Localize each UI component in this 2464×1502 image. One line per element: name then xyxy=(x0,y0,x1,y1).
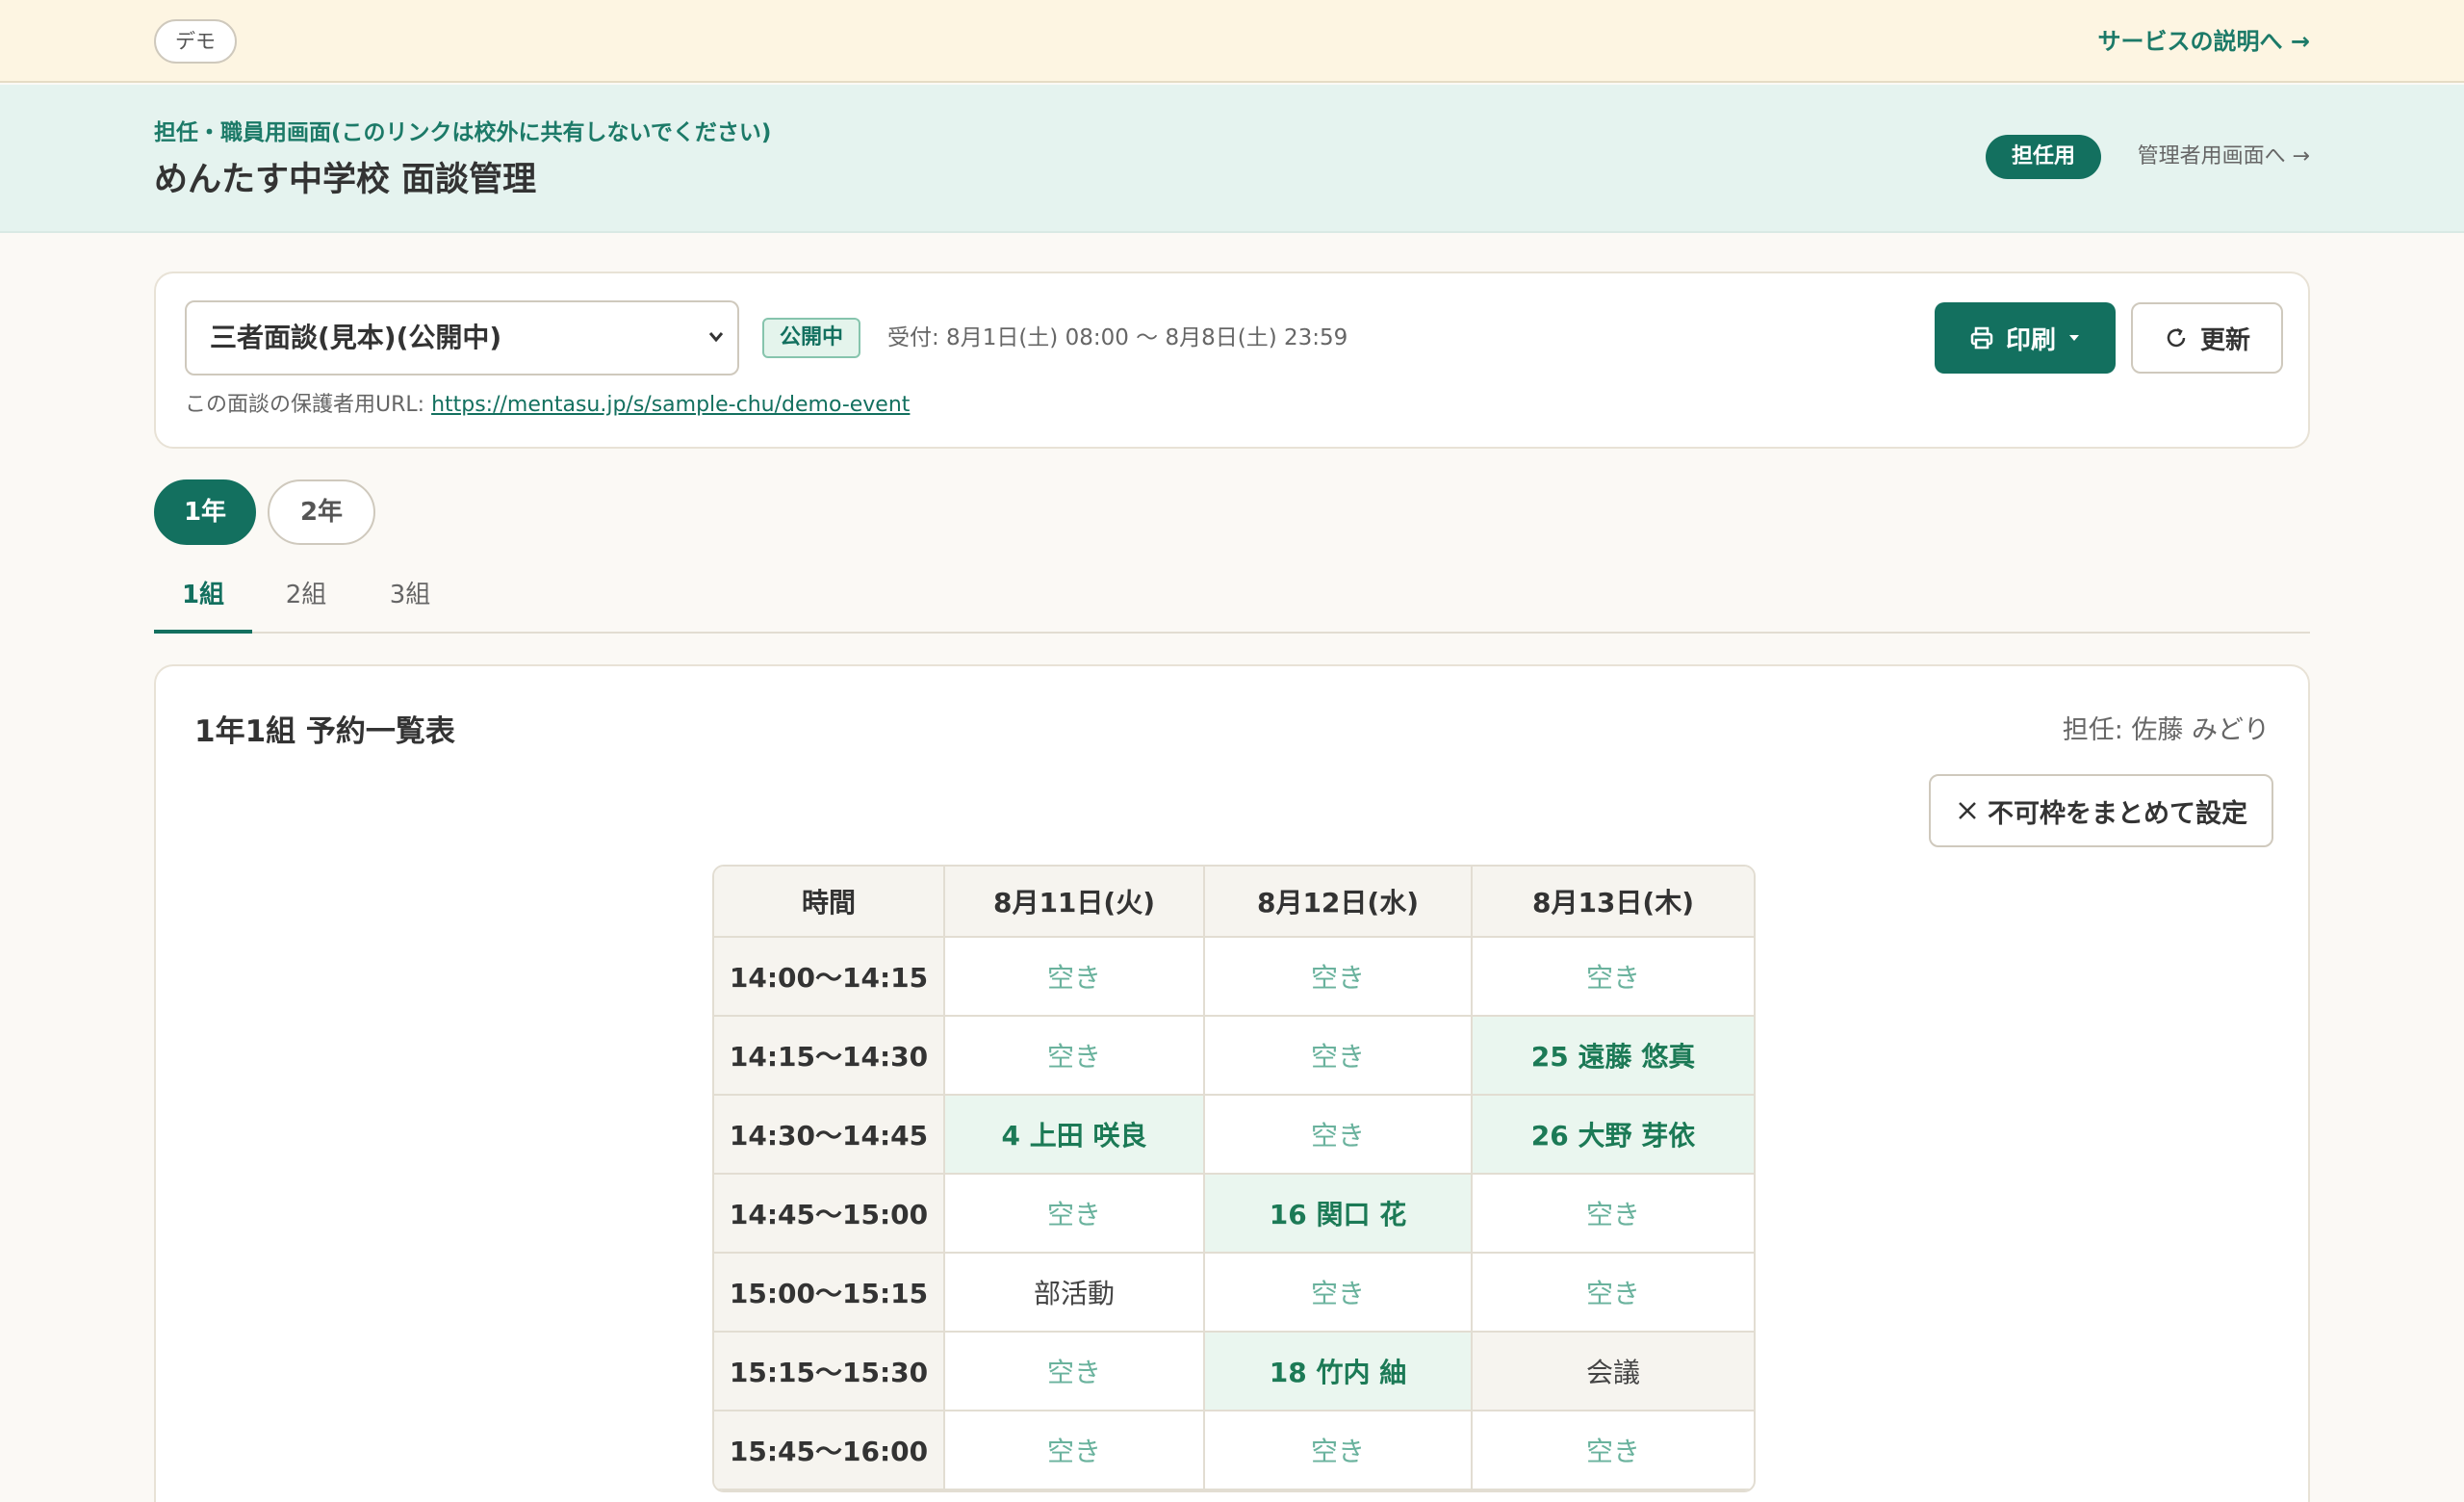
homeroom-teacher: 担任: 佐藤 みどり xyxy=(2062,715,2270,745)
class-tabs: 1組 2組 3組 xyxy=(154,568,2310,634)
slot-cell-booked[interactable]: 25 遠藤 悠真 xyxy=(1473,1017,1754,1096)
chevron-down-icon xyxy=(706,302,726,402)
refresh-button[interactable]: 更新 xyxy=(2131,302,2283,374)
table-row: 14:45〜15:00 空き 16 関口 花空き xyxy=(714,1175,1754,1254)
role-badge: 担任用 xyxy=(1986,135,2101,179)
slot-cell-booked[interactable]: 4 上田 咲良 xyxy=(945,1096,1205,1175)
slot-cell-empty[interactable]: 空き xyxy=(945,938,1205,1017)
table-row: 14:15〜14:30 空き 空き 25 遠藤 悠真 xyxy=(714,1017,1754,1096)
event-card: 三者面談(見本)(公開中) 公開中 受付: 8月1日(土) 08:00 〜 8月… xyxy=(154,272,2310,449)
demo-badge: デモ xyxy=(154,19,237,64)
parent-url-label: この面談の保護者用URL: xyxy=(185,393,432,417)
demo-bar: デモ サービスの説明へ → xyxy=(0,0,2464,83)
time-slot-label: 15:15〜15:30 xyxy=(714,1333,945,1411)
slot-cell-empty[interactable]: 空き xyxy=(1205,1254,1473,1333)
time-slot-label: 14:45〜15:00 xyxy=(714,1175,945,1254)
slot-cell-empty[interactable]: 空き xyxy=(945,1411,1205,1490)
slot-cell-booked[interactable]: 16 関口 花 xyxy=(1205,1175,1473,1254)
card-title: 1年1組 予約一覧表 xyxy=(194,714,455,749)
column-header-day: 8月13日(木) xyxy=(1473,867,1754,938)
class-tab-3[interactable]: 3組 xyxy=(364,568,456,634)
status-badge: 公開中 xyxy=(762,318,861,358)
column-header-day: 8月11日(火) xyxy=(945,867,1205,938)
close-icon xyxy=(1959,802,1976,819)
slot-cell-empty[interactable]: 空き xyxy=(945,1175,1205,1254)
event-select[interactable]: 三者面談(見本)(公開中) xyxy=(185,300,739,376)
admin-screen-link[interactable]: 管理者用画面へ → xyxy=(2138,141,2310,173)
slot-cell-empty[interactable]: 空き xyxy=(1205,1017,1473,1096)
slot-cell-empty[interactable]: 空き xyxy=(1473,1175,1754,1254)
caret-down-icon xyxy=(2069,335,2079,341)
schedule-body: 14:00〜14:15 空き 空き 空き 14:15〜14:30 空き 空き 25 遠藤 悠真… xyxy=(714,938,1754,1490)
slot-cell-empty[interactable]: 空き xyxy=(1205,1411,1473,1490)
reception-period: 受付: 8月1日(土) 08:00 〜 8月8日(土) 23:59 xyxy=(887,325,1348,350)
table-row: 15:15〜15:30 空き 18 竹内 紬会議 xyxy=(714,1333,1754,1411)
page-header: 担任・職員用画面(このリンクは校外に共有しないでください) めんたす中学校 面談… xyxy=(0,85,2464,233)
class-tab-1[interactable]: 1組 xyxy=(154,568,252,634)
slot-cell-empty[interactable]: 空き xyxy=(1473,938,1754,1017)
time-slot-label: 14:15〜14:30 xyxy=(714,1017,945,1096)
slot-cell-empty[interactable]: 空き xyxy=(1205,938,1473,1017)
bulk-unavailable-button[interactable]: 不可枠をまとめて設定 xyxy=(1929,774,2273,847)
slot-cell-empty[interactable]: 空き xyxy=(1205,1096,1473,1175)
print-label: 印刷 xyxy=(2005,325,2056,355)
class-tab-2[interactable]: 2組 xyxy=(260,568,352,634)
slot-cell-empty[interactable]: 空き xyxy=(945,1017,1205,1096)
refresh-icon xyxy=(2167,327,2186,348)
printer-icon xyxy=(1970,326,1993,350)
time-slot-label: 15:45〜16:00 xyxy=(714,1411,945,1490)
table-row: 15:45〜16:00 空き 空き 空き xyxy=(714,1411,1754,1490)
time-slot-label: 14:30〜14:45 xyxy=(714,1096,945,1175)
slot-cell-booked[interactable]: 26 大野 芽依 xyxy=(1473,1096,1754,1175)
slot-cell-empty[interactable]: 空き xyxy=(1473,1254,1754,1333)
slot-cell-empty[interactable]: 空き xyxy=(1473,1411,1754,1490)
table-row: 14:00〜14:15 空き 空き 空き xyxy=(714,938,1754,1017)
page-title: めんたす中学校 面談管理 xyxy=(154,161,537,199)
grade-tab-2[interactable]: 2年 xyxy=(268,479,375,545)
slot-cell-blocked[interactable]: 部活動 xyxy=(945,1254,1205,1333)
table-row: 14:30〜14:45 4 上田 咲良 空き 26 大野 芽依 xyxy=(714,1096,1754,1175)
slot-cell-empty[interactable]: 空き xyxy=(945,1333,1205,1411)
time-slot-label: 15:00〜15:15 xyxy=(714,1254,945,1333)
time-slot-label: 14:00〜14:15 xyxy=(714,938,945,1017)
service-description-link[interactable]: サービスの説明へ → xyxy=(2098,23,2310,60)
event-select-value: 三者面談(見本)(公開中) xyxy=(210,322,502,353)
slot-cell-blocked[interactable]: 会議 xyxy=(1473,1333,1754,1411)
parent-url-link[interactable]: https://mentasu.jp/s/sample-chu/demo-eve… xyxy=(431,393,910,417)
column-header-day: 8月12日(水) xyxy=(1205,867,1473,938)
table-header-row: 時間 8月11日(火) 8月12日(水) 8月13日(木) xyxy=(714,867,1754,938)
schedule-table: 時間 8月11日(火) 8月12日(水) 8月13日(木) 14:00〜14:1… xyxy=(712,865,1756,1492)
table-row: 15:00〜15:15 部活動 空き 空き xyxy=(714,1254,1754,1333)
refresh-label: 更新 xyxy=(2199,325,2250,355)
header-subtitle: 担任・職員用画面(このリンクは校外に共有しないでください) xyxy=(154,120,772,145)
print-button[interactable]: 印刷 xyxy=(1935,302,2116,374)
parent-url-line: この面談の保護者用URL: https://mentasu.jp/s/sampl… xyxy=(185,389,910,422)
bulk-unavailable-label: 不可枠をまとめて設定 xyxy=(1988,798,2247,829)
slot-cell-booked[interactable]: 18 竹内 紬 xyxy=(1205,1333,1473,1411)
grade-tab-1[interactable]: 1年 xyxy=(154,479,256,545)
reservation-card: 1年1組 予約一覧表 担任: 佐藤 みどり 不可枠をまとめて設定 時間 8月11… xyxy=(154,664,2310,1502)
column-header-time: 時間 xyxy=(714,867,945,938)
